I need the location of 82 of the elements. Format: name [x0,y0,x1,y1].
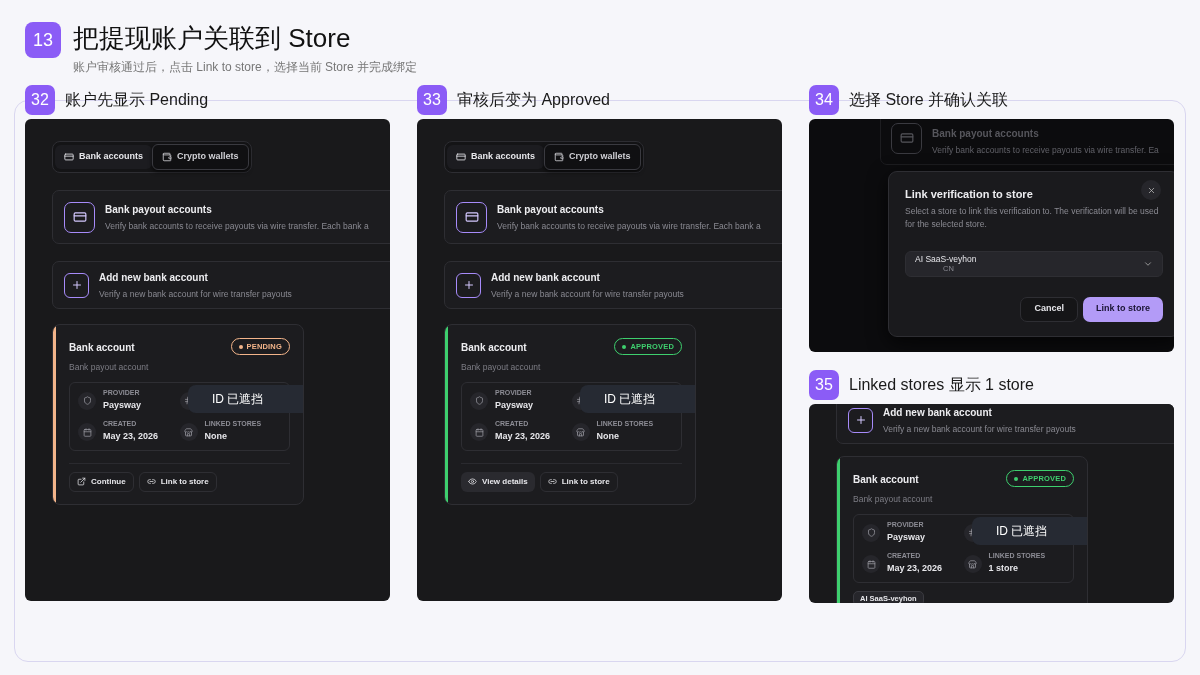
field-icon [862,555,880,573]
step-number: 35 [809,370,839,400]
external-link-icon [77,477,86,487]
field-icon [963,555,982,573]
card-description: Verify bank accounts to receive payouts via wire transfer. Each bank a [497,219,761,233]
link-icon [547,477,557,487]
field-icon [78,423,96,441]
plus-icon [64,272,89,298]
card-icon [64,201,95,233]
redaction-label: ID 已遮挡 [188,384,303,413]
account-title: Bank account [69,341,136,355]
action-button[interactable]: Link to store [539,471,618,492]
field-icon [470,391,488,410]
card-title: Bank payout accounts [497,202,605,217]
step-number: 33 [417,85,447,115]
add-account-card[interactable]: Add new bank account Verify a new bank account for wire transfer payouts [52,261,390,309]
redaction-label: ID 已遮挡 [972,516,1087,545]
add-account-card[interactable]: Add new bank account Verify a new bank account for wire transfer payouts [444,261,782,309]
action-button[interactable]: Continue [69,471,134,492]
dialog-title: Link verification to store [905,187,1033,202]
tab[interactable]: Crypto wallets [544,144,641,170]
field-icon [571,423,590,441]
field-value: Paysway [887,530,926,544]
card-title: Add new bank account [99,270,209,285]
slide-number: 13 [25,22,61,58]
card-description: Verify a new bank account for wire transfer payouts [491,287,684,301]
close-button[interactable] [1141,180,1161,200]
card-description: Verify a new bank account for wire transfer payouts [99,287,292,301]
step-title: Linked stores 显示 1 store [849,375,1034,395]
field-value: None [204,430,228,444]
redaction-label: ID 已遮挡 [580,384,695,413]
account-subtitle: Bank payout account [853,493,933,506]
field-value: None [596,430,620,444]
action-button[interactable]: View details [461,471,535,492]
card-icon [64,152,74,162]
card-description: Verify bank accounts to receive payouts via wire transfer. Ea [932,143,1159,157]
plus-icon [848,407,873,433]
card-title: Add new bank account [491,270,601,285]
account-subtitle: Bank payout account [69,361,149,374]
select-value: AI SaaS-veyhon [915,253,977,264]
field-icon [78,391,96,410]
field-value: May 23, 2026 [495,430,551,444]
card-description: Verify a new bank account for wire transfer payouts [883,422,1076,436]
field-value: Paysway [495,398,534,412]
step-title: 账户先显示 Pending [65,90,209,110]
slide-subtitle: 账户审核通过后，点击 Link to store，选择当前 Store 并完成绑定 [73,59,418,76]
field-icon [470,423,488,441]
tab[interactable]: Bank accounts [447,145,545,169]
tab[interactable]: Bank accounts [55,145,153,169]
cancel-button[interactable]: Cancel [1020,296,1078,322]
plus-icon [456,272,481,298]
card-icon [891,122,922,154]
step-number: 34 [809,85,839,115]
step-title: 选择 Store 并确认关联 [849,90,1009,110]
dialog-description: Select a store to link this verification to. The verification will be used for the selected store. [905,204,1160,231]
field-value: May 23, 2026 [887,562,943,576]
card-description: Verify bank accounts to receive payouts via wire transfer. Each bank a [105,219,369,233]
link-icon [146,477,156,487]
field-value: 1 store [988,562,1019,576]
field-value: May 23, 2026 [103,430,159,444]
account-subtitle: Bank payout account [461,361,541,374]
card-title: Bank payout accounts [105,202,213,217]
add-account-card[interactable]: Add new bank account Verify a new bank account for wire transfer payouts [836,404,1174,444]
slide-title: 把提现账户关联到 Store [73,22,352,54]
wallet-icon [162,152,173,162]
action-button[interactable]: Link to store [138,471,217,492]
card-icon [456,201,487,233]
tab[interactable]: Crypto wallets [152,144,249,170]
eye-icon [468,477,477,487]
field-icon [179,423,198,441]
card-title: Add new bank account [883,405,993,420]
step-title: 审核后变为 Approved [457,90,610,110]
wallet-icon [554,152,565,162]
close-icon [1146,185,1156,195]
field-icon [862,523,880,542]
step-number: 32 [25,85,55,115]
account-title: Bank account [853,473,920,487]
field-value: Paysway [103,398,142,412]
card-icon [456,152,466,162]
link-store-button[interactable]: Link to store [1083,296,1163,322]
account-title: Bank account [461,341,528,355]
card-title: Bank payout accounts [932,126,1040,141]
